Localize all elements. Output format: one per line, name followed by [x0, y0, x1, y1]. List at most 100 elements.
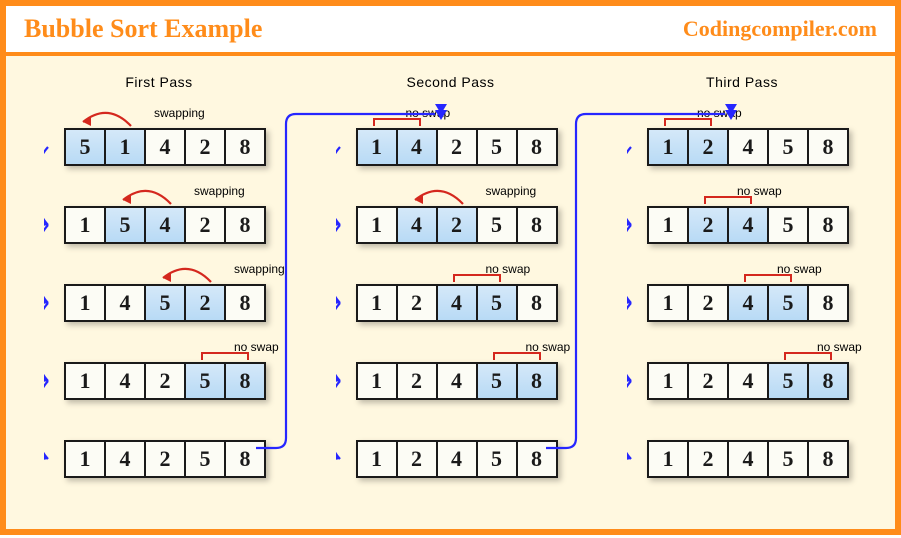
array-row: 12458 — [356, 440, 558, 478]
array-cell: 8 — [807, 284, 849, 322]
array-cell: 8 — [516, 362, 558, 400]
swap-arrow-icon — [153, 264, 223, 286]
array-step: no swap12458 — [647, 362, 849, 400]
array-step: no swap14258 — [64, 362, 266, 400]
array-cell: 1 — [356, 362, 398, 400]
array-cell: 8 — [807, 362, 849, 400]
pass-title: First Pass — [125, 74, 192, 90]
swap-arrow-icon — [113, 186, 183, 208]
array-cell: 1 — [647, 440, 689, 478]
array-cell: 5 — [476, 128, 518, 166]
array-cell: 1 — [647, 128, 689, 166]
array-row: 14258 — [64, 440, 266, 478]
array-cell: 2 — [144, 440, 186, 478]
array-cell: 4 — [436, 284, 478, 322]
array-step: no swap14258 — [356, 128, 558, 166]
array-cell: 4 — [104, 440, 146, 478]
swap-label: swapping — [154, 106, 205, 120]
array-cell: 8 — [224, 128, 266, 166]
array-cell: 5 — [144, 284, 186, 322]
noswap-bracket — [744, 274, 792, 282]
swap-label: swapping — [194, 184, 245, 198]
array-row: 51428 — [64, 128, 266, 166]
noswap-bracket — [784, 352, 832, 360]
pass-column: Second Passno swap14258swapping14258no s… — [326, 68, 576, 519]
page-title: Bubble Sort Example — [24, 14, 262, 44]
array-step: 12458 — [356, 440, 558, 478]
array-row: 12458 — [356, 362, 558, 400]
array-cell: 1 — [64, 440, 106, 478]
array-cell: 5 — [476, 362, 518, 400]
array-cell: 2 — [436, 128, 478, 166]
steps-wrap: no swap12458no swap12458no swap12458no s… — [627, 128, 857, 518]
array-cell: 5 — [184, 440, 226, 478]
array-row: 12458 — [647, 362, 849, 400]
array-step: swapping51428 — [64, 128, 266, 166]
array-step: no swap12458 — [356, 362, 558, 400]
array-cell: 2 — [184, 284, 226, 322]
array-cell: 2 — [184, 206, 226, 244]
noswap-bracket — [704, 196, 752, 204]
array-cell: 8 — [516, 206, 558, 244]
array-cell: 8 — [224, 206, 266, 244]
array-row: 12458 — [647, 206, 849, 244]
diagram-frame: Bubble Sort Example Codingcompiler.com F… — [0, 0, 901, 535]
array-cell: 5 — [767, 362, 809, 400]
array-step: no swap12458 — [647, 206, 849, 244]
array-cell: 4 — [104, 284, 146, 322]
array-cell: 8 — [224, 284, 266, 322]
array-cell: 2 — [396, 284, 438, 322]
array-row: 12458 — [647, 440, 849, 478]
swap-label: swapping — [486, 184, 537, 198]
array-cell: 4 — [727, 284, 769, 322]
site-name: Codingcompiler.com — [683, 16, 877, 42]
array-cell: 2 — [687, 284, 729, 322]
steps-wrap: swapping51428swapping15428swapping14528n… — [44, 128, 274, 518]
array-cell: 8 — [807, 440, 849, 478]
array-row: 14528 — [64, 284, 266, 322]
array-cell: 4 — [396, 128, 438, 166]
array-cell: 4 — [727, 362, 769, 400]
array-cell: 5 — [184, 362, 226, 400]
array-cell: 8 — [807, 206, 849, 244]
array-cell: 8 — [807, 128, 849, 166]
swap-label: swapping — [234, 262, 285, 276]
array-cell: 2 — [396, 362, 438, 400]
array-step: 14258 — [64, 440, 266, 478]
array-cell: 8 — [224, 440, 266, 478]
array-row: 14258 — [356, 128, 558, 166]
array-cell: 5 — [767, 128, 809, 166]
noswap-bracket — [201, 352, 249, 360]
array-cell: 1 — [356, 206, 398, 244]
array-cell: 5 — [476, 206, 518, 244]
array-cell: 8 — [516, 440, 558, 478]
array-cell: 5 — [476, 440, 518, 478]
array-cell: 2 — [184, 128, 226, 166]
array-cell: 1 — [104, 128, 146, 166]
array-row: 15428 — [64, 206, 266, 244]
array-cell: 8 — [516, 284, 558, 322]
array-cell: 4 — [436, 440, 478, 478]
array-cell: 5 — [64, 128, 106, 166]
array-row: 12458 — [356, 284, 558, 322]
array-cell: 1 — [647, 206, 689, 244]
array-cell: 5 — [767, 284, 809, 322]
array-cell: 2 — [396, 440, 438, 478]
array-step: swapping15428 — [64, 206, 266, 244]
array-cell: 5 — [104, 206, 146, 244]
array-cell: 4 — [727, 206, 769, 244]
array-cell: 4 — [104, 362, 146, 400]
array-cell: 1 — [647, 362, 689, 400]
array-cell: 1 — [356, 284, 398, 322]
array-cell: 1 — [64, 362, 106, 400]
array-cell: 2 — [687, 362, 729, 400]
array-step: no swap12458 — [356, 284, 558, 322]
array-cell: 1 — [647, 284, 689, 322]
array-cell: 1 — [356, 128, 398, 166]
array-cell: 8 — [516, 128, 558, 166]
pass-column: Third Passno swap12458no swap12458no swa… — [617, 68, 867, 519]
array-cell: 4 — [396, 206, 438, 244]
array-step: 12458 — [647, 440, 849, 478]
array-cell: 5 — [767, 206, 809, 244]
array-cell: 8 — [224, 362, 266, 400]
